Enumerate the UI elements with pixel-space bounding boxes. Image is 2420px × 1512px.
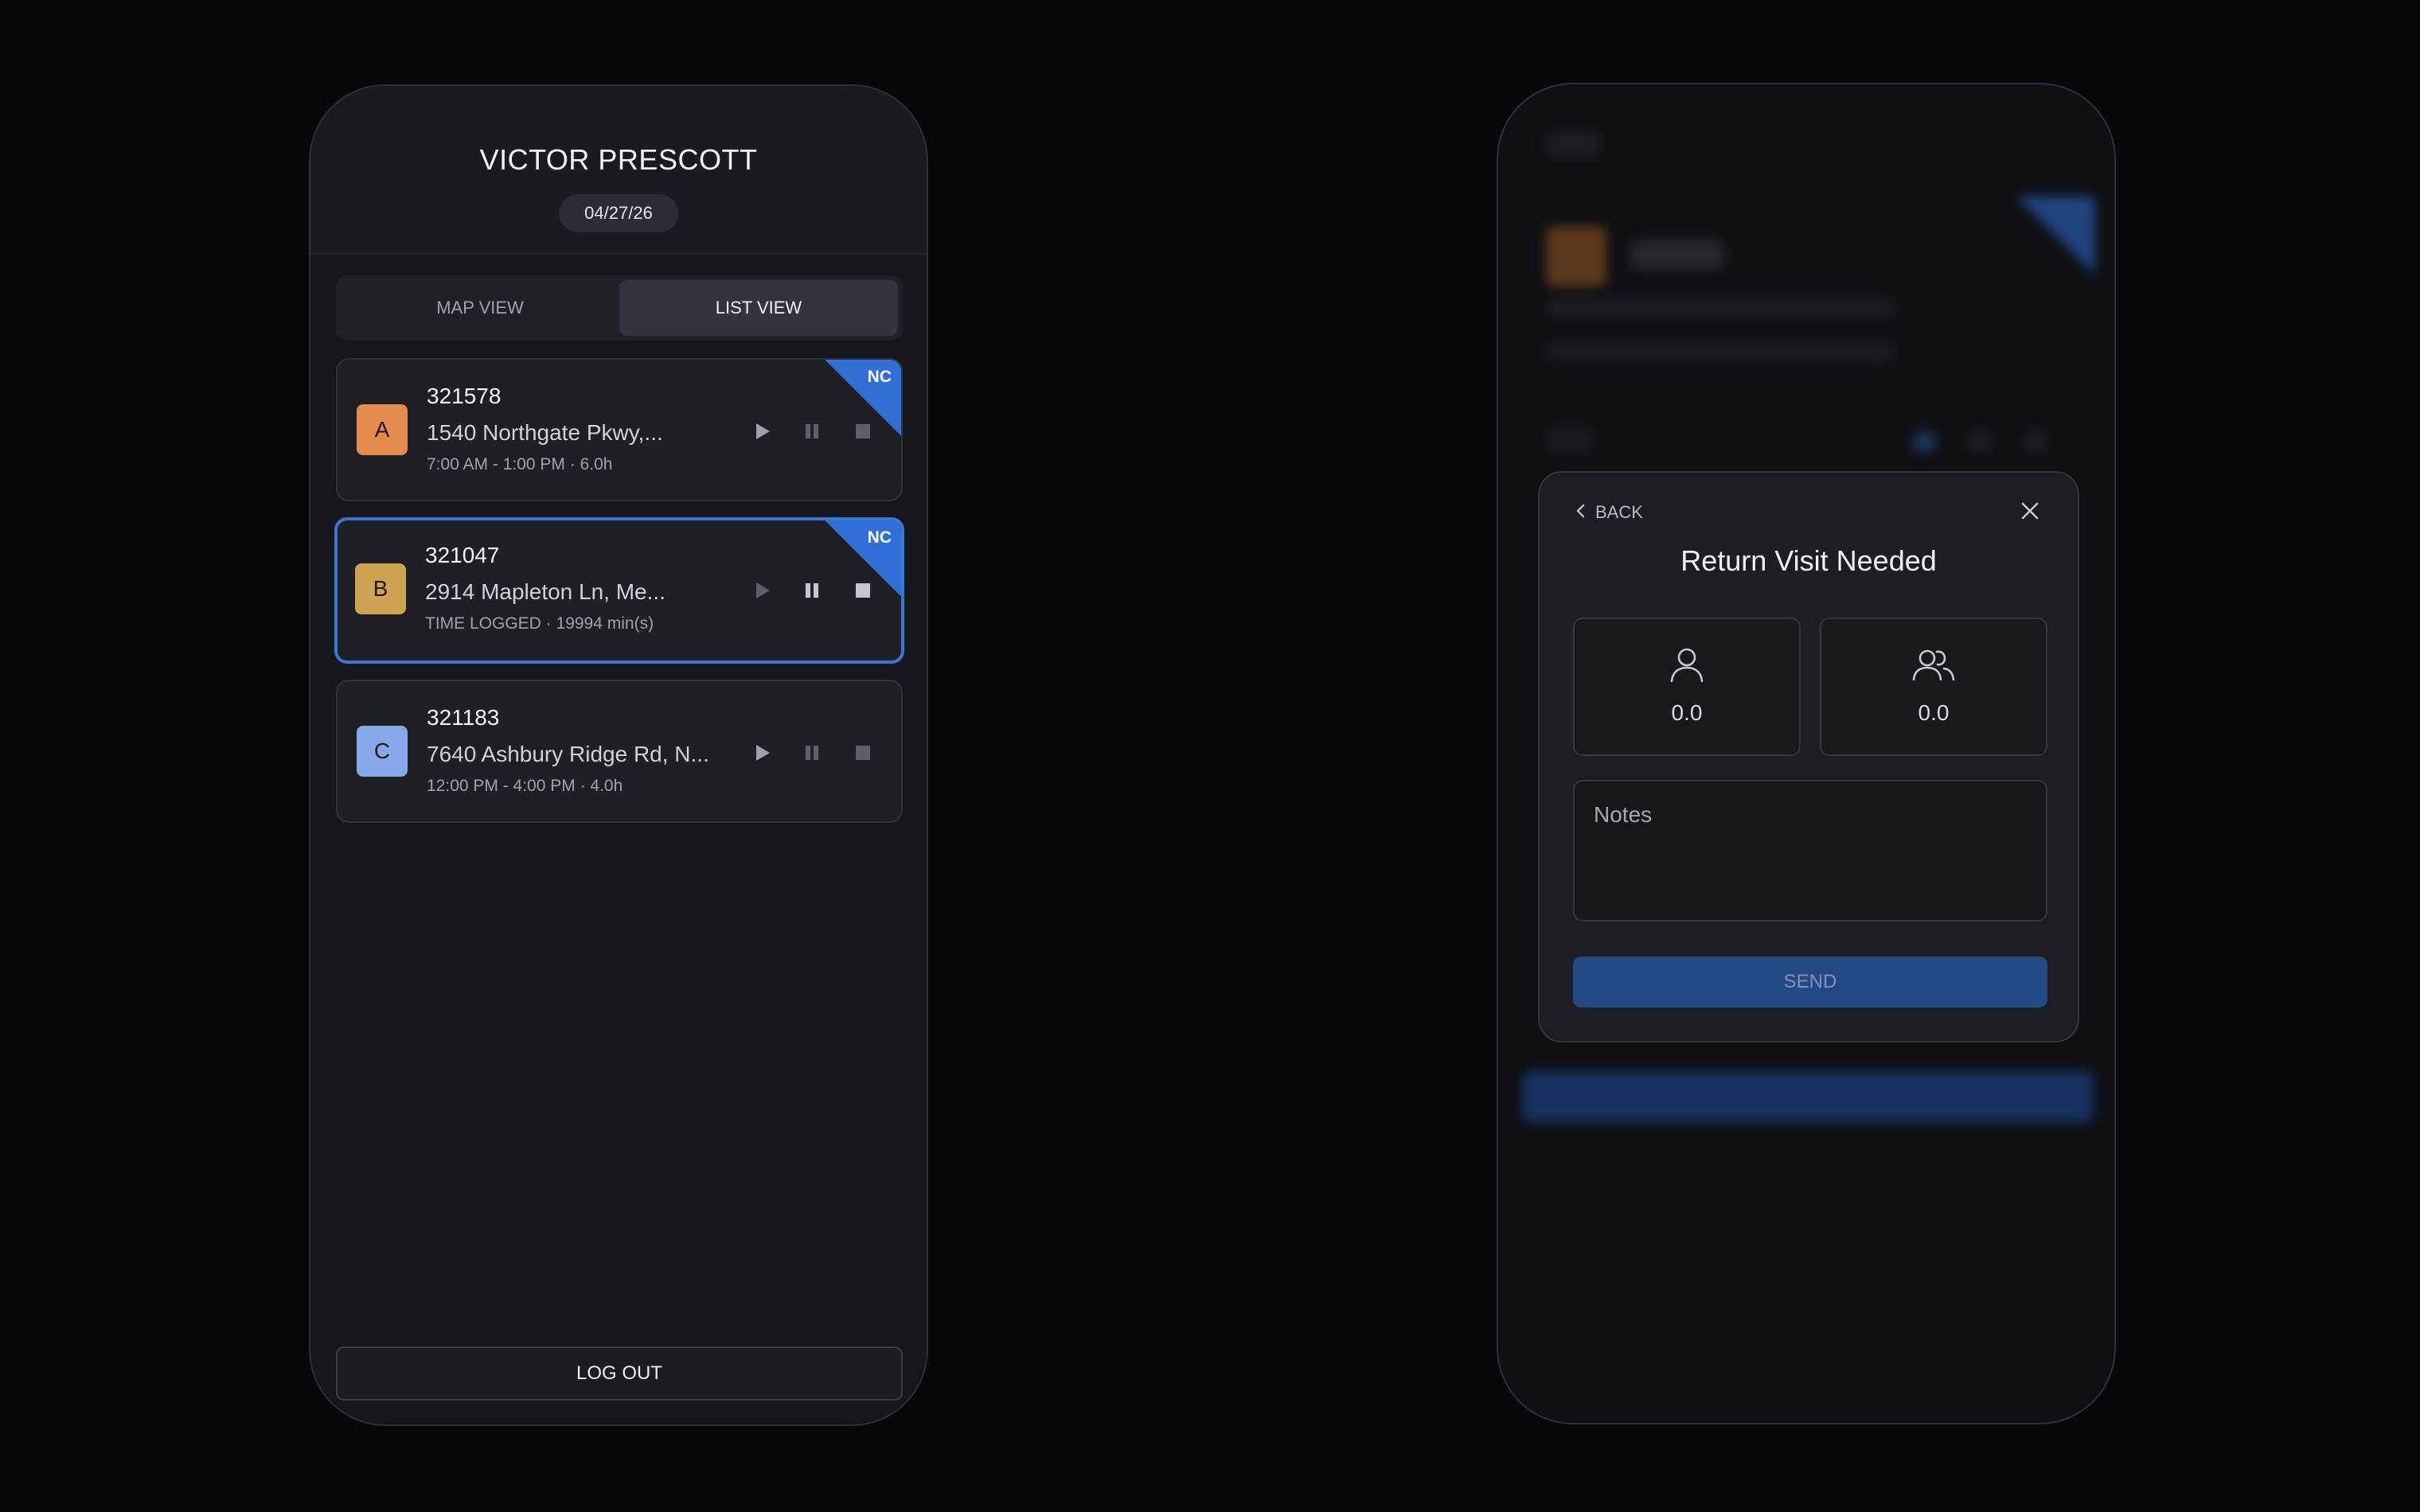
nc-badge: NC xyxy=(867,528,892,547)
date-badge: 04/27/26 xyxy=(559,194,678,232)
back-label: BACK xyxy=(1595,502,1643,522)
pause-icon[interactable] xyxy=(798,417,826,446)
user-icon xyxy=(1575,646,1799,683)
blurred-job-id xyxy=(1629,240,1724,269)
back-button[interactable]: BACK xyxy=(1575,497,1643,528)
blurred-control xyxy=(1968,431,1992,452)
return-visit-screen: BACK Return Visit Needed 0.0 0.0 SEND xyxy=(1497,83,2116,1424)
job-address: 2914 Mapleton Ln, Me... xyxy=(425,579,666,604)
close-icon xyxy=(2020,501,2040,525)
job-card-b[interactable]: B 321047 2914 Mapleton Ln, Me... TIME LO… xyxy=(334,517,904,664)
single-tech-value: 0.0 xyxy=(1671,700,1703,725)
play-icon[interactable] xyxy=(748,417,777,446)
job-card-a[interactable]: A 321578 1540 Northgate Pkwy,... 7:00 AM… xyxy=(336,358,903,501)
return-visit-modal: BACK Return Visit Needed 0.0 0.0 SEND xyxy=(1538,471,2079,1042)
multi-tech-count[interactable]: 0.0 xyxy=(1820,618,2047,756)
chevron-left-icon xyxy=(1575,503,1586,523)
user-name: VICTOR PRESCOTT xyxy=(479,143,758,176)
blurred-back-link xyxy=(1546,132,1602,156)
stop-icon[interactable] xyxy=(849,738,877,767)
close-button[interactable] xyxy=(2014,497,2046,528)
users-icon xyxy=(1821,646,2046,683)
multi-tech-value: 0.0 xyxy=(1918,700,1950,725)
job-address: 1540 Northgate Pkwy,... xyxy=(427,420,663,445)
job-time-logged: TIME LOGGED · 19994 min(s) xyxy=(425,614,654,633)
tab-list-view[interactable]: LIST VIEW xyxy=(619,280,898,336)
blurred-letter-badge xyxy=(1546,226,1606,286)
blurred-corner xyxy=(2016,196,2095,275)
logout-button[interactable]: LOG OUT xyxy=(336,1346,903,1401)
job-id: 321578 xyxy=(427,384,502,408)
blurred-label xyxy=(1546,428,1594,452)
blurred-address xyxy=(1546,298,1896,318)
job-letter-badge: C xyxy=(357,726,408,777)
job-address: 7640 Ashbury Ridge Rd, N... xyxy=(427,742,709,766)
blurred-time xyxy=(1546,341,1896,361)
profile-header: VICTOR PRESCOTT 04/27/26 xyxy=(310,86,927,255)
blurred-control xyxy=(2024,431,2047,452)
job-id: 321183 xyxy=(427,705,500,730)
job-card-c[interactable]: C 321183 7640 Ashbury Ridge Rd, N... 12:… xyxy=(336,680,903,823)
blurred-action-button xyxy=(1522,1071,2094,1122)
nc-badge: NC xyxy=(867,368,892,386)
job-id: 321047 xyxy=(425,543,500,567)
job-time: 12:00 PM - 4:00 PM · 4.0h xyxy=(427,777,623,795)
send-button[interactable]: SEND xyxy=(1573,957,2047,1007)
view-tabs: MAP VIEW LIST VIEW xyxy=(336,275,903,341)
job-time: 7:00 AM - 1:00 PM · 6.0h xyxy=(427,455,613,473)
tab-map-view[interactable]: MAP VIEW xyxy=(341,280,619,336)
blurred-control xyxy=(1912,431,1936,452)
pause-icon[interactable] xyxy=(798,576,826,605)
pause-icon[interactable] xyxy=(798,738,826,767)
modal-title: Return Visit Needed xyxy=(1680,544,1937,577)
job-letter-badge: B xyxy=(355,563,406,614)
job-letter-badge: A xyxy=(357,404,408,455)
single-tech-count[interactable]: 0.0 xyxy=(1573,618,1801,756)
notes-field[interactable] xyxy=(1573,780,2047,922)
job-list-screen: VICTOR PRESCOTT 04/27/26 MAP VIEW LIST V… xyxy=(309,84,928,1426)
play-icon[interactable] xyxy=(748,576,777,605)
play-icon[interactable] xyxy=(748,738,777,767)
